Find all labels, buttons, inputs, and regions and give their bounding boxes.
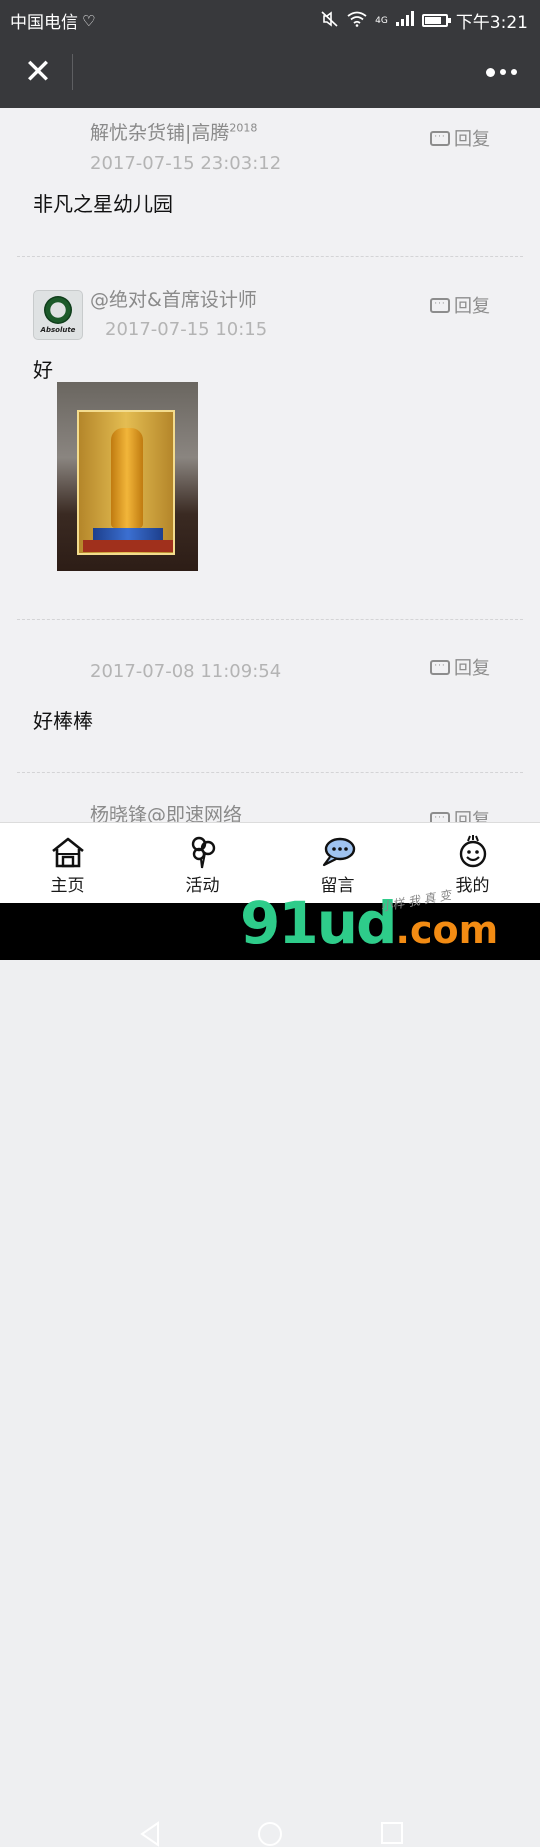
comment-list[interactable]: 解忧杂货铺|高腾2018 2017-07-15 23:03:12 ··· 回复 非… bbox=[0, 108, 540, 822]
reply-icon: ··· bbox=[430, 130, 450, 146]
comment-text: 好 bbox=[33, 358, 53, 382]
mute-icon bbox=[321, 10, 339, 31]
recents-icon[interactable] bbox=[380, 1821, 404, 1845]
network-type: 4G bbox=[375, 15, 388, 26]
system-nav-bar bbox=[0, 903, 540, 1847]
reply-icon: ··· bbox=[430, 811, 450, 822]
comment-username[interactable]: 解忧杂货铺|高腾2018 bbox=[90, 118, 257, 145]
wifi-icon bbox=[347, 11, 367, 31]
comment-username[interactable]: @绝对&首席设计师 bbox=[90, 285, 257, 312]
reply-button[interactable]: ··· 回复 bbox=[430, 125, 490, 151]
signal-icon bbox=[395, 11, 414, 30]
comment-time: 2017-07-15 10:15 bbox=[105, 319, 268, 340]
tab-home-label: 主页 bbox=[50, 876, 85, 896]
more-icon[interactable] bbox=[476, 50, 526, 94]
back-icon[interactable] bbox=[138, 1821, 162, 1847]
reply-icon: ··· bbox=[430, 659, 450, 675]
divider bbox=[17, 256, 523, 257]
chat-bubble-icon bbox=[322, 837, 355, 867]
tab-messages-label: 留言 bbox=[320, 876, 355, 896]
tab-bar: 主页 活动 留言 我的 bbox=[0, 822, 540, 903]
nav-divider bbox=[72, 54, 73, 90]
avatar[interactable]: Absolute bbox=[33, 290, 83, 340]
home-nav-icon[interactable] bbox=[257, 1821, 283, 1847]
nav-bar: ✕ bbox=[0, 36, 540, 108]
reply-button[interactable]: ··· 回复 bbox=[430, 292, 490, 318]
close-icon[interactable]: ✕ bbox=[16, 50, 60, 94]
heart-icon: ♡ bbox=[82, 11, 96, 30]
comment-image[interactable] bbox=[57, 382, 198, 571]
divider bbox=[17, 619, 523, 620]
comment-time: 2017-07-08 11:09:54 bbox=[90, 661, 282, 682]
reply-icon: ··· bbox=[430, 297, 450, 313]
reply-button[interactable]: ··· 回复 bbox=[430, 806, 490, 822]
balloon-icon bbox=[191, 836, 215, 869]
tab-home[interactable]: 主页 bbox=[0, 823, 135, 903]
smiley-icon bbox=[459, 835, 486, 868]
tab-messages[interactable]: 留言 bbox=[270, 823, 405, 903]
comment-time: 2017-07-15 23:03:12 bbox=[90, 153, 282, 174]
carrier-name: 中国电信 bbox=[10, 13, 78, 33]
divider bbox=[17, 772, 523, 773]
reply-button[interactable]: ··· 回复 bbox=[430, 654, 490, 680]
clock: 下午3:21 bbox=[455, 13, 528, 33]
comment-text: 好棒棒 bbox=[33, 709, 93, 733]
status-bar: 中国电信 ♡ 4G 下午3:21 bbox=[0, 0, 540, 36]
tab-mine-label: 我的 bbox=[455, 876, 490, 896]
battery-icon bbox=[421, 14, 451, 27]
tab-activity[interactable]: 活动 bbox=[135, 823, 270, 903]
comment-username[interactable]: 杨晓锋@即速网络 bbox=[90, 800, 242, 822]
comment-text: 非凡之星幼儿园 bbox=[33, 192, 173, 216]
home-icon bbox=[51, 837, 84, 868]
tab-activity-label: 活动 bbox=[185, 876, 220, 896]
